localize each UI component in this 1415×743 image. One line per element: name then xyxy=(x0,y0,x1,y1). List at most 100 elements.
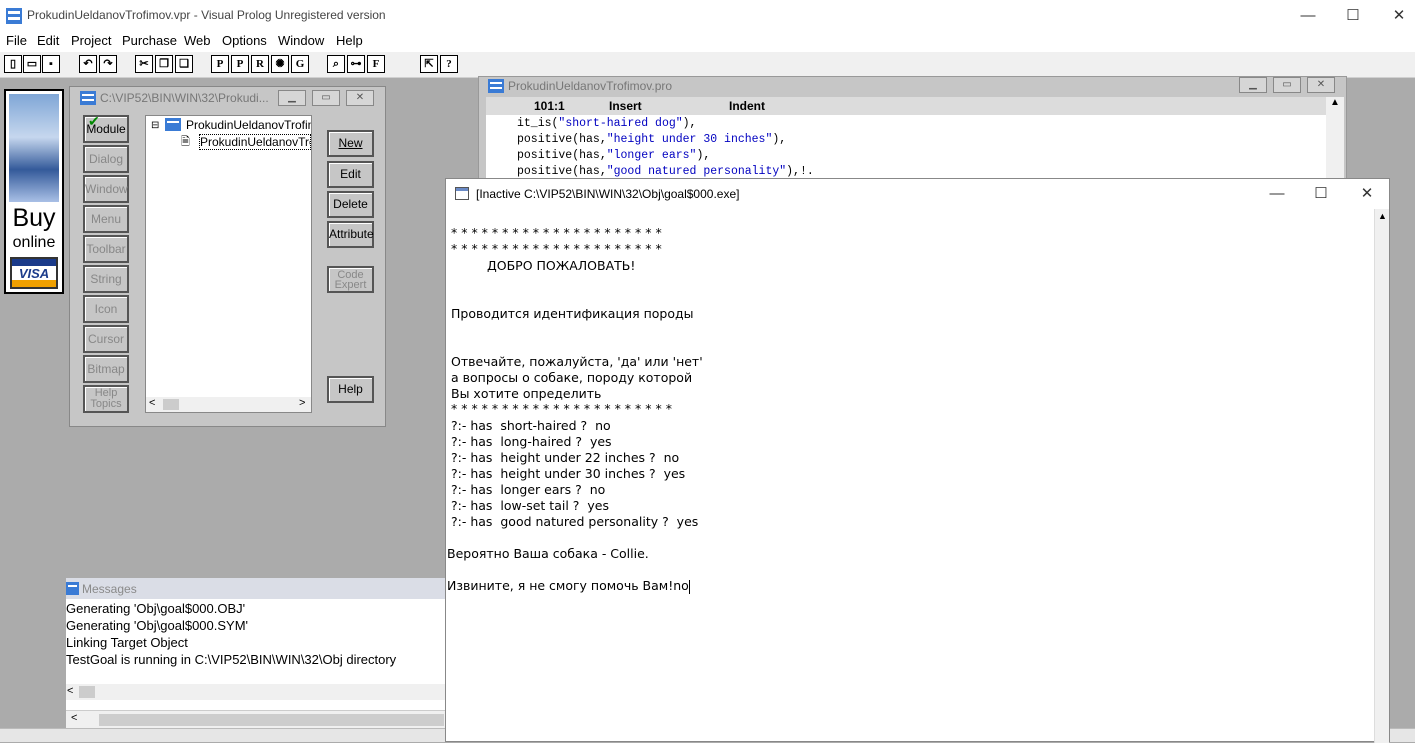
console-line: а вопросы о собаке, породу которой xyxy=(451,370,693,385)
console-output[interactable]: * * * * * * * * * * * * * * * * * * * * … xyxy=(446,209,1374,743)
save-file-icon[interactable]: ▪ xyxy=(42,55,60,73)
console-close-button[interactable]: ✕ xyxy=(1344,179,1390,209)
message-line: Linking Target Object xyxy=(66,635,188,650)
editor-titlebar: ProkudinUeldanovTrofimov.pro ▁ ▭ ✕ xyxy=(479,77,1346,95)
console-line: ?:- has height under 30 inches ? yes xyxy=(451,466,686,481)
open-file-icon[interactable]: ▭ xyxy=(23,55,41,73)
tree-child-label[interactable]: ProkudinUeldanovTrofi xyxy=(199,134,311,150)
console-vscrollbar[interactable]: ▲ xyxy=(1374,209,1389,743)
console-minimize-button[interactable]: — xyxy=(1254,179,1300,209)
collapse-icon[interactable]: ⊟ xyxy=(151,120,159,131)
editor-minimize-button[interactable]: ▁ xyxy=(1239,77,1267,93)
menu-options[interactable]: Options xyxy=(222,33,267,48)
view-window-button[interactable]: Window xyxy=(83,175,129,203)
buy-online-ad[interactable]: Buy online VISA xyxy=(4,89,64,294)
tree-hscrollbar[interactable]: < > xyxy=(146,397,311,412)
toolbar: ▯ ▭ ▪ ↶ ↷ ✂ ❐ ❏ P P R ✺ G ⌕ ⊶ F ⇱ ? xyxy=(0,52,1415,78)
scroll-left-icon: < xyxy=(71,712,78,724)
scroll-up-icon: ▲ xyxy=(1378,211,1387,221)
menu-project[interactable]: Project xyxy=(71,33,111,48)
scroll-left-icon: < xyxy=(67,685,74,697)
message-line: TestGoal is running in C:\VIP52\BIN\WIN\… xyxy=(66,652,397,667)
close-button[interactable]: ✕ xyxy=(1376,0,1415,31)
editor-window-icon xyxy=(488,79,504,96)
editor-window: ProkudinUeldanovTrofimov.pro ▁ ▭ ✕ 101:1… xyxy=(478,76,1347,181)
menu-window[interactable]: Window xyxy=(278,33,324,48)
console-line: ?:- has low-set tail ? yes xyxy=(451,498,609,513)
menu-help[interactable]: Help xyxy=(336,33,363,48)
console-line: * * * * * * * * * * * * * * * * * * * * … xyxy=(451,225,662,240)
tree-icon[interactable]: ⊶ xyxy=(347,55,365,73)
project-window-title: C:\VIP52\BIN\WIN\32\Prokudi... xyxy=(100,91,269,105)
ad-online-text: online xyxy=(12,234,56,251)
project-restore-button[interactable]: ▭ xyxy=(312,90,340,106)
project-tree[interactable]: ⊟ ProkudinUeldanovTrofimov 🗎 ProkudinUel… xyxy=(145,115,312,413)
view-help-topics-button[interactable]: Help Topics xyxy=(83,385,129,413)
message-line: Generating 'Obj\goal$000.OBJ' xyxy=(66,601,246,616)
project-p2-icon[interactable]: P xyxy=(231,55,249,73)
help-cursor-icon[interactable]: ⇱ xyxy=(420,55,438,73)
insert-mode: Insert xyxy=(609,99,642,113)
goal-g-icon[interactable]: G xyxy=(291,55,309,73)
editor-vscrollbar[interactable]: ▲ xyxy=(1326,97,1344,181)
run-r-icon[interactable]: R xyxy=(251,55,269,73)
scroll-up-icon: ▲ xyxy=(1330,97,1340,108)
delete-button[interactable]: Delete xyxy=(327,191,374,218)
tree-root-label[interactable]: ProkudinUeldanovTrofimov xyxy=(186,118,311,132)
view-bitmap-button[interactable]: Bitmap xyxy=(83,355,129,383)
console-line: ?:- has short-haired ? no xyxy=(451,418,611,433)
find-icon[interactable]: ⌕ xyxy=(327,55,345,73)
cut-icon[interactable]: ✂ xyxy=(135,55,153,73)
view-cursor-button[interactable]: Cursor xyxy=(83,325,129,353)
help-question-icon[interactable]: ? xyxy=(440,55,458,73)
menu-web[interactable]: Web xyxy=(184,33,211,48)
copy-icon[interactable]: ❐ xyxy=(155,55,173,73)
edit-button[interactable]: Edit xyxy=(327,161,374,188)
console-maximize-button[interactable]: ☐ xyxy=(1298,179,1344,209)
settings-icon[interactable]: ✺ xyxy=(271,55,289,73)
editor-restore-button[interactable]: ▭ xyxy=(1273,77,1301,93)
text-caret xyxy=(688,579,690,594)
console-input-line[interactable]: Извините, я не смогу помочь Вам!no xyxy=(447,578,690,594)
redo-icon[interactable]: ↷ xyxy=(99,55,117,73)
main-hscrollbar[interactable]: < xyxy=(66,710,448,728)
scroll-thumb xyxy=(163,399,179,410)
background-strip xyxy=(1390,178,1415,742)
menu-file[interactable]: File xyxy=(6,33,27,48)
scroll-thumb xyxy=(99,714,444,726)
visual-prolog-app-icon xyxy=(6,8,22,24)
console-line: ?:- has long-haired ? yes xyxy=(451,434,612,449)
messages-hscrollbar[interactable]: < xyxy=(66,684,448,700)
ad-image xyxy=(9,94,59,202)
scroll-left-icon: < xyxy=(149,397,156,409)
menu-purchase[interactable]: Purchase xyxy=(122,33,177,48)
view-menu-button[interactable]: Menu xyxy=(83,205,129,233)
editor-close-button[interactable]: ✕ xyxy=(1307,77,1335,93)
project-p-icon[interactable]: P xyxy=(211,55,229,73)
console-line: Отвечайте, пожалуйста, 'да' или 'нет' xyxy=(451,354,703,369)
console-line: ?:- has longer ears ? no xyxy=(451,482,606,497)
attribute-button[interactable]: Attribute xyxy=(327,221,374,248)
minimize-button[interactable]: — xyxy=(1285,0,1331,31)
view-toolbar-button[interactable]: Toolbar xyxy=(83,235,129,263)
editor-status-bar: 101:1 Insert Indent xyxy=(486,97,1326,115)
menu-edit[interactable]: Edit xyxy=(37,33,59,48)
view-string-button[interactable]: String xyxy=(83,265,129,293)
view-icon-button[interactable]: Icon xyxy=(83,295,129,323)
messages-title: Messages xyxy=(82,582,137,596)
checkmark-icon: ✔ xyxy=(88,113,100,129)
maximize-button[interactable]: ☐ xyxy=(1330,0,1376,31)
undo-icon[interactable]: ↶ xyxy=(79,55,97,73)
view-dialog-button[interactable]: Dialog xyxy=(83,145,129,173)
paste-icon[interactable]: ❏ xyxy=(175,55,193,73)
help-button[interactable]: Help xyxy=(327,376,374,403)
new-file-icon[interactable]: ▯ xyxy=(4,55,22,73)
project-window-titlebar: C:\VIP52\BIN\WIN\32\Prokudi... ▁ ▭ ✕ xyxy=(70,87,385,109)
project-close-button[interactable]: ✕ xyxy=(346,90,374,106)
messages-icon xyxy=(66,582,79,598)
code-expert-button[interactable]: Code Expert xyxy=(327,266,374,293)
font-f-icon[interactable]: F xyxy=(367,55,385,73)
code-area[interactable]: it_is("short-haired dog"), positive(has,… xyxy=(486,115,1326,181)
new-button[interactable]: New xyxy=(327,130,374,157)
project-minimize-button[interactable]: ▁ xyxy=(278,90,306,106)
